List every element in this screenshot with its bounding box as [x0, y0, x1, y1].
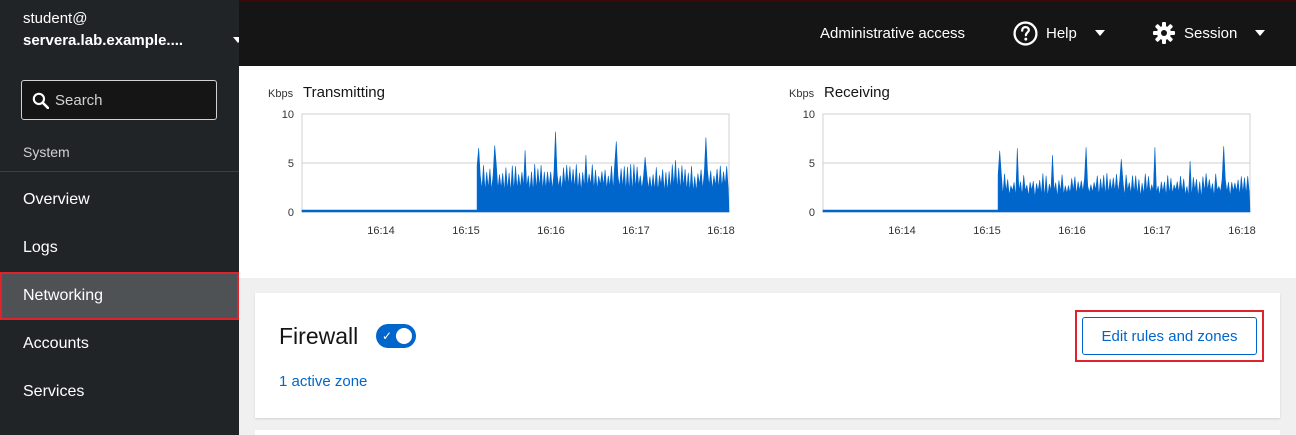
x-tick-label: 16:16 [1058, 225, 1086, 237]
sidebar-item-services[interactable]: Services [0, 368, 239, 416]
active-zones-link[interactable]: 1 active zone [279, 373, 367, 390]
y-tick-label: 0 [809, 207, 815, 219]
y-tick-label: 10 [282, 109, 294, 121]
help-label: Help [1046, 24, 1077, 42]
firewall-toggle[interactable]: ✓ [376, 324, 416, 348]
administrative-access-label: Administrative access [820, 24, 966, 42]
nav-menu: Overview Logs Networking Accounts Servic… [0, 176, 239, 416]
x-tick-label: 16:16 [537, 225, 565, 237]
firewall-card: Firewall ✓ 1 active zone Edit rules and … [255, 293, 1280, 418]
section-label-system: System [23, 144, 70, 160]
divider [0, 171, 239, 172]
series-area [301, 131, 730, 213]
y-tick-label: 0 [288, 207, 294, 219]
x-tick-label: 16:17 [1143, 225, 1171, 237]
y-tick-label: 5 [809, 158, 815, 170]
x-tick-label: 16:18 [1228, 225, 1256, 237]
search-input[interactable] [55, 91, 205, 109]
caret-down-icon [1094, 30, 1105, 36]
administrative-access-button[interactable]: Administrative access [820, 2, 965, 64]
x-tick-label: 16:14 [367, 225, 395, 237]
x-tick-label: 16:15 [973, 225, 1001, 237]
series-area [822, 146, 1251, 213]
y-tick-label: 10 [803, 109, 815, 121]
x-tick-label: 16:17 [622, 225, 650, 237]
session-menu-button[interactable]: Session [1152, 2, 1266, 64]
sidebar-item-overview[interactable]: Overview [0, 176, 239, 224]
edit-rules-and-zones-button[interactable]: Edit rules and zones [1082, 317, 1257, 355]
help-menu-button[interactable]: Help [1013, 2, 1105, 64]
firewall-title: Firewall [279, 323, 359, 349]
transmitting-chart: Kbps Transmitting 10 5 0 16:14 16:15 16:16 16:… [266, 66, 746, 278]
x-tick-label: 16:18 [707, 225, 735, 237]
receiving-chart: Kbps Receiving 10 5 0 16:14 16:15 16:16 16:17 1… [787, 66, 1267, 278]
next-card-edge [255, 430, 1280, 435]
host-switcher[interactable]: student@ servera.lab.example.... [23, 9, 243, 59]
sidebar-item-logs[interactable]: Logs [0, 224, 239, 272]
help-icon [1013, 20, 1038, 46]
y-tick-label: 5 [288, 158, 294, 170]
toggle-knob [396, 328, 412, 344]
session-label: Session [1184, 24, 1238, 42]
search-box[interactable] [21, 80, 217, 120]
check-icon: ✓ [382, 329, 393, 343]
chart-canvas: 10 5 0 16:14 16:15 16:16 16:17 16:18 [803, 109, 1256, 237]
x-tick-label: 16:14 [888, 225, 916, 237]
x-tick-label: 16:15 [452, 225, 480, 237]
gear-icon [1153, 22, 1175, 44]
chart-canvas: 10 5 0 16:14 16:15 16:16 16:17 16:18 [282, 109, 735, 237]
search-icon [32, 92, 49, 109]
sidebar: student@ servera.lab.example.... System … [0, 0, 243, 435]
masthead: Administrative access Help Session [239, 0, 1296, 66]
caret-down-icon [1255, 30, 1266, 36]
highlight-frame: Edit rules and zones [1075, 310, 1264, 362]
host-user: student@ [23, 10, 88, 27]
network-charts: Kbps Transmitting 10 5 0 16:14 16:15 16:16 16:… [239, 66, 1296, 278]
sidebar-item-networking[interactable]: Networking [0, 272, 239, 320]
host-name: servera.lab.example.... [23, 32, 184, 49]
sidebar-item-accounts[interactable]: Accounts [0, 320, 239, 368]
